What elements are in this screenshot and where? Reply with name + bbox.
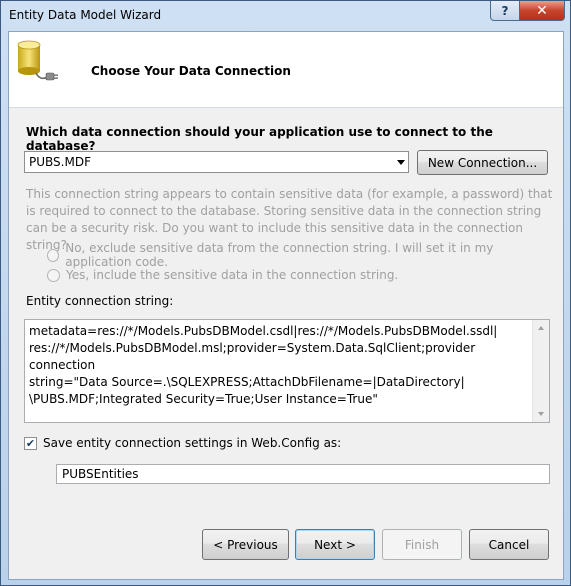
exclude-sensitive-radio[interactable]: No, exclude sensitive data from the conn… bbox=[47, 241, 563, 269]
help-icon: ? bbox=[501, 3, 509, 18]
entity-connection-label: Entity connection string: bbox=[26, 294, 174, 308]
title-bar[interactable]: Entity Data Model Wizard ? ✕ bbox=[1, 1, 570, 31]
close-icon: ✕ bbox=[536, 2, 548, 19]
exclude-sensitive-label: No, exclude sensitive data from the conn… bbox=[65, 241, 494, 269]
wizard-client-area: Choose Your Data Connection Which data c… bbox=[8, 31, 564, 580]
connection-question: Which data connection should your applic… bbox=[26, 125, 493, 153]
connection-select-value: PUBS.MDF bbox=[29, 155, 91, 169]
previous-button[interactable]: < Previous bbox=[202, 529, 289, 560]
radio-circle[interactable] bbox=[47, 268, 60, 282]
finish-button[interactable]: Finish bbox=[382, 529, 462, 560]
entity-connection-string-field[interactable]: metadata=res://*/Models.PubsDBModel.csdl… bbox=[24, 319, 550, 423]
wizard-window: Entity Data Model Wizard ? ✕ Choose Your… bbox=[0, 0, 571, 586]
connection-select[interactable]: PUBS.MDF bbox=[24, 151, 409, 173]
radio-circle[interactable] bbox=[47, 248, 60, 262]
save-settings-checkbox-row[interactable]: ✔ Save entity connection settings in Web… bbox=[24, 436, 341, 450]
checkmark-icon: ✔ bbox=[25, 436, 36, 450]
include-sensitive-radio[interactable]: Yes, include the sensitive data in the c… bbox=[47, 268, 398, 282]
database-connection-icon bbox=[17, 40, 58, 81]
scroll-up-icon[interactable] bbox=[538, 326, 544, 330]
save-settings-label: Save entity connection settings in Web.C… bbox=[43, 436, 342, 450]
vertical-scrollbar[interactable] bbox=[532, 320, 549, 422]
save-settings-checkbox[interactable]: ✔ bbox=[24, 436, 37, 450]
help-button[interactable]: ? bbox=[490, 1, 520, 21]
next-button[interactable]: Next > bbox=[295, 529, 375, 560]
chevron-down-icon[interactable] bbox=[397, 160, 405, 165]
include-sensitive-label: Yes, include the sensitive data in the c… bbox=[66, 268, 399, 282]
entity-connection-string-text: metadata=res://*/Models.PubsDBModel.csdl… bbox=[29, 324, 498, 406]
entity-container-name-input[interactable] bbox=[56, 464, 550, 484]
cancel-button[interactable]: Cancel bbox=[469, 529, 549, 560]
close-button[interactable]: ✕ bbox=[519, 1, 565, 21]
wizard-header: Choose Your Data Connection bbox=[9, 32, 563, 108]
new-connection-button[interactable]: New Connection... bbox=[417, 150, 548, 175]
scroll-down-icon[interactable] bbox=[538, 412, 544, 416]
window-title: Entity Data Model Wizard bbox=[9, 8, 162, 22]
page-title: Choose Your Data Connection bbox=[91, 64, 291, 78]
